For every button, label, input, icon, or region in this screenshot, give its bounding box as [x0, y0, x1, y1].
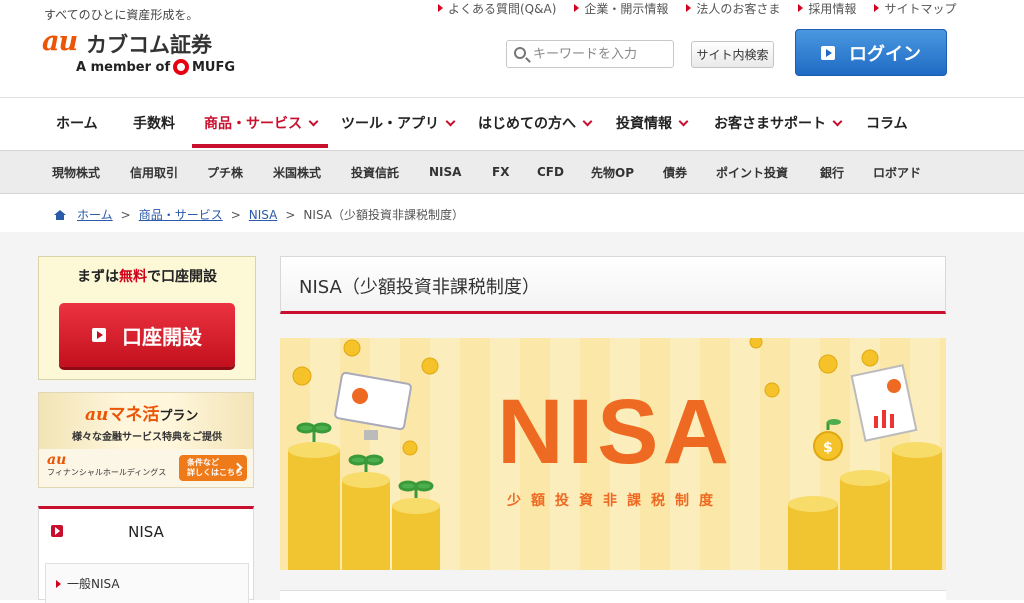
subnav-robo-advisor[interactable]: ロボアド [873, 151, 921, 193]
side-menu-header[interactable]: NISA [39, 509, 253, 555]
svg-text:$: $ [823, 440, 833, 456]
subnav-bank[interactable]: 銀行 [820, 151, 844, 193]
triangle-right-icon [438, 4, 443, 12]
main-content-next-section [280, 590, 946, 600]
subnav-point-investment[interactable]: ポイント投資 [716, 151, 788, 193]
chevron-down-icon [832, 116, 843, 126]
chevron-down-icon [582, 116, 593, 126]
login-label: ログイン [849, 43, 921, 65]
triangle-right-icon [798, 4, 804, 12]
hero-subtitle: 少額投資非課税制度 [507, 493, 723, 509]
triangle-right-icon [574, 4, 580, 12]
gnav-customer-support[interactable]: お客さまサポート [714, 98, 843, 148]
triangle-right-icon [56, 579, 61, 588]
active-tab-indicator [192, 144, 328, 148]
subnav-petit-kabu[interactable]: プチ株 [207, 151, 243, 193]
open-account-button[interactable]: 口座開設 [59, 303, 235, 367]
search-box [506, 40, 674, 68]
util-link-sitemap[interactable]: サイトマップ [874, 0, 956, 16]
gnav-products-services[interactable]: 商品・サービス [204, 98, 319, 148]
au-money-plan-banner[interactable]: auマネ活プラン 様々な金融サービス特典をご提供 au フィナンシャルホールディ… [38, 392, 254, 488]
util-link-business[interactable]: 法人のお客さま [686, 0, 780, 16]
coin-stack-icon [788, 442, 942, 570]
chevron-down-icon [678, 116, 689, 126]
free-text: 無料 [119, 269, 147, 285]
subnav-us-stocks[interactable]: 米国株式 [273, 151, 321, 193]
gnav-fees[interactable]: 手数料 [133, 98, 175, 148]
dollar-coin-icon: $ [813, 419, 843, 461]
banner-title: auマネ活プラン [85, 405, 199, 425]
login-button[interactable]: ログイン [795, 29, 947, 76]
banner-details-button[interactable]: 条件など 詳しくはこちら [179, 455, 247, 481]
site-header: すべてのひとに資産形成を。 au カブコム証券 A member of MUFG… [0, 0, 1024, 98]
au-financial-holdings-logo: au フィナンシャルホールディングス [47, 452, 167, 477]
site-search-button[interactable]: サイト内検索 [691, 41, 774, 68]
utility-links: よくある質問(Q&A) 企業・開示情報 法人のお客さま 採用情報 サイトマップ [438, 0, 956, 16]
search-icon [514, 47, 526, 59]
account-open-lead: まずは無料で口座開設 [77, 269, 217, 285]
chevron-down-icon [308, 116, 319, 126]
util-link-recruit[interactable]: 採用情報 [798, 0, 856, 16]
breadcrumb-nisa[interactable]: NISA [249, 208, 278, 222]
breadcrumb-separator: > [230, 207, 241, 222]
gnav-beginners[interactable]: はじめての方へ [478, 98, 593, 148]
home-icon [54, 209, 66, 220]
breadcrumb-home[interactable]: ホーム [77, 206, 113, 223]
company-name: カブコム証券 [86, 33, 212, 57]
subnav-futures-options[interactable]: 先物OP [591, 151, 634, 193]
gnav-investment-info[interactable]: 投資情報 [616, 98, 689, 148]
play-icon [92, 328, 106, 342]
triangle-right-icon [874, 4, 880, 12]
au-logo-mark: au [42, 26, 78, 57]
side-menu: NISA 一般NISA [38, 506, 254, 603]
chart-monitor-icon [334, 371, 412, 440]
page-title-box: NISA（少額投資非課税制度） [280, 256, 946, 314]
subnav-mutual-funds[interactable]: 投資信託 [351, 151, 399, 193]
gnav-column[interactable]: コラム [866, 98, 908, 148]
gnav-tools-apps[interactable]: ツール・アプリ [341, 98, 456, 148]
mufg-text: MUFG [192, 60, 236, 75]
play-icon [821, 45, 835, 60]
report-document-icon [850, 364, 918, 442]
util-link-corporate[interactable]: 企業・開示情報 [574, 0, 668, 16]
breadcrumb-separator: > [120, 207, 131, 222]
open-account-label: 口座開設 [122, 324, 202, 349]
breadcrumb-separator: > [285, 207, 296, 222]
mufg-ring-icon [173, 59, 189, 75]
side-menu-item-general-nisa[interactable]: 一般NISA [45, 563, 249, 603]
banner-subtitle: 様々な金融サービス特典をご提供 [72, 432, 222, 443]
mufg-member-text: A member of [76, 60, 171, 75]
subnav-stocks[interactable]: 現物株式 [52, 151, 100, 193]
tagline: すべてのひとに資産形成を。 [44, 8, 199, 22]
breadcrumb: ホーム > 商品・サービス > NISA > NISA（少額投資非課税制度） [0, 194, 1024, 232]
subnav-cfd[interactable]: CFD [537, 151, 564, 193]
util-link-faq[interactable]: よくある質問(Q&A) [438, 0, 556, 16]
sub-nav: 現物株式 信用取引 プチ株 米国株式 投資信託 NISA FX CFD 先物OP… [0, 150, 1024, 194]
chevron-down-icon [445, 116, 456, 126]
gnav-home[interactable]: ホーム [56, 98, 98, 148]
triangle-right-icon [686, 4, 692, 12]
subnav-fx[interactable]: FX [492, 151, 509, 193]
hero-title: NISA [497, 381, 733, 483]
subnav-bonds[interactable]: 債券 [663, 151, 687, 193]
search-input[interactable] [533, 44, 669, 64]
breadcrumb-current: NISA（少額投資非課税制度） [303, 208, 464, 222]
subnav-nisa[interactable]: NISA [429, 151, 461, 193]
au-kabucom-logo[interactable]: au カブコム証券 A member of MUFG [42, 26, 252, 78]
nisa-hero-banner: $ NISA 少額投資非課税制度 [280, 338, 946, 570]
global-nav: ホーム 手数料 商品・サービス ツール・アプリ はじめての方へ 投資情報 お客さ… [0, 98, 1024, 148]
account-open-box: まずは無料で口座開設 口座開設 [38, 256, 256, 380]
subnav-margin[interactable]: 信用取引 [130, 151, 178, 193]
side-menu-title: NISA [128, 523, 164, 541]
breadcrumb-products[interactable]: 商品・サービス [139, 206, 223, 223]
page-title: NISA（少額投資非課税制度） [299, 277, 540, 298]
